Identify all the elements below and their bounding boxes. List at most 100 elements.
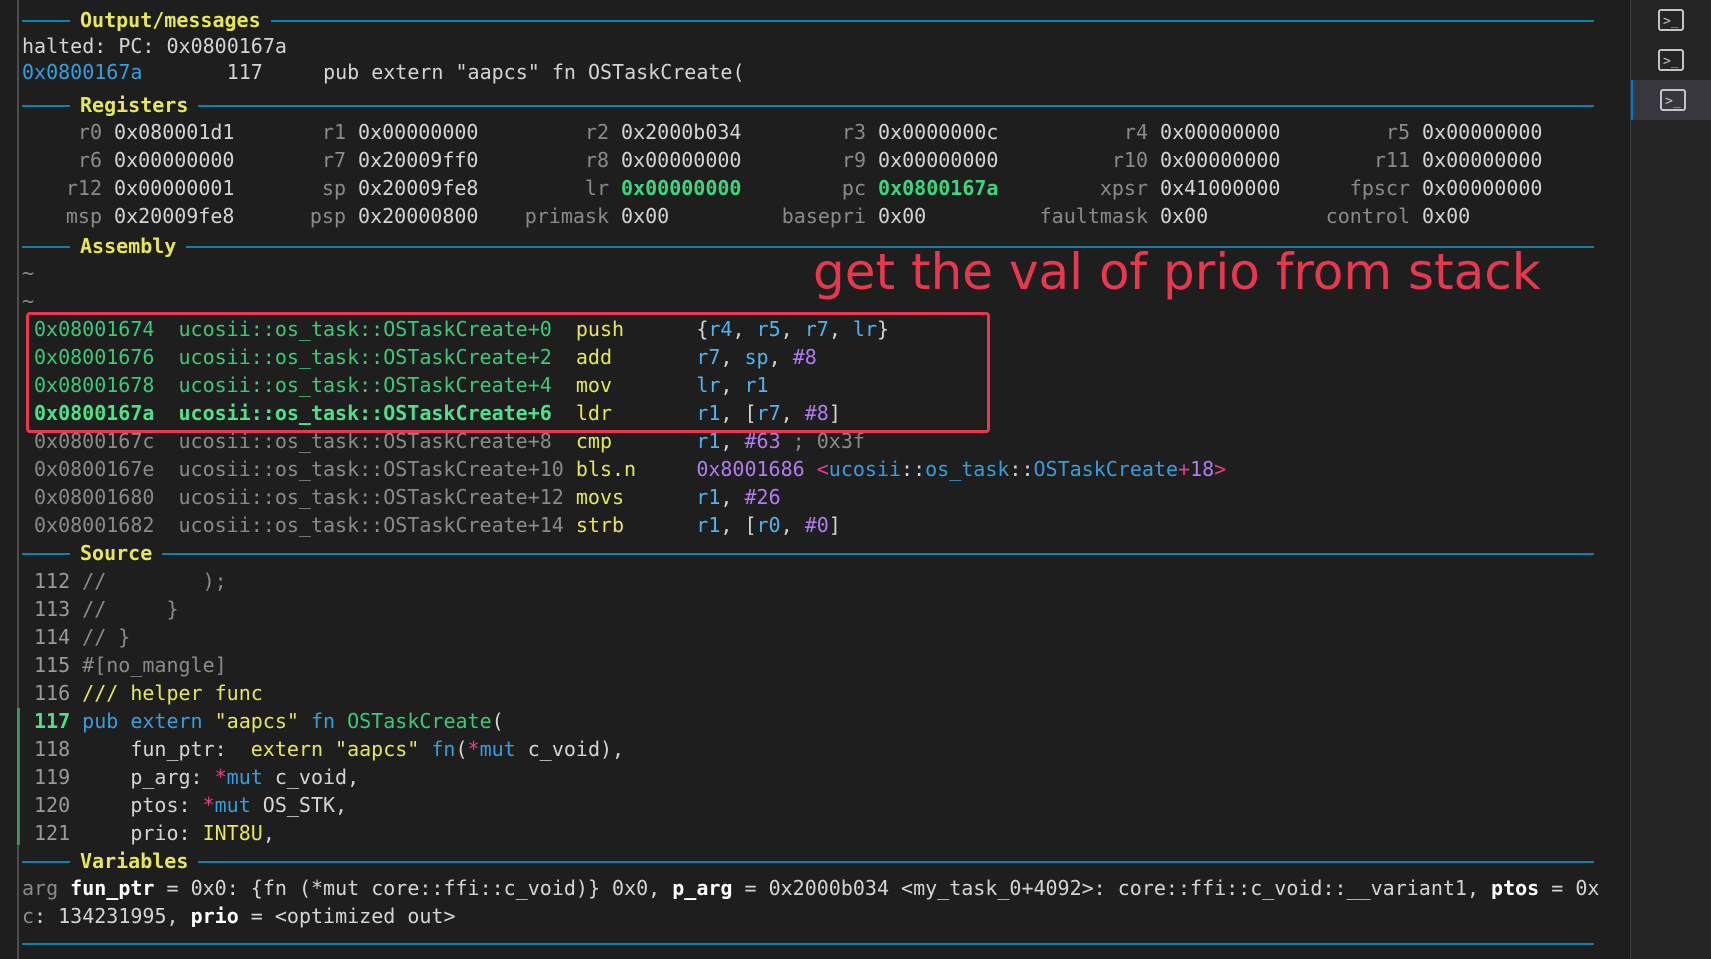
terminal-tab[interactable]: >_ xyxy=(1631,40,1711,80)
source-token: extern xyxy=(250,737,323,761)
register-name: xpsr xyxy=(1099,176,1148,200)
register-name: pc xyxy=(841,176,866,200)
source-line-number: 118 xyxy=(34,737,71,761)
variable-name: prio xyxy=(190,904,239,928)
source-token: fn xyxy=(431,737,456,761)
section-title-registers: Registers xyxy=(70,92,199,118)
register-fpscr[interactable]: fpscr 0x00000000 xyxy=(1280,175,1543,201)
source-line[interactable]: 114 // } xyxy=(34,624,130,650)
register-name: r11 xyxy=(1373,148,1410,172)
register-r12[interactable]: r12 0x00000001 xyxy=(0,175,235,201)
terminal-tab[interactable]: >_ xyxy=(1631,0,1711,40)
halted-address[interactable]: 0x0800167a xyxy=(22,60,142,84)
source-token: "aapcs" xyxy=(214,709,299,733)
register-msp[interactable]: msp 0x20009fe8 xyxy=(0,203,235,229)
asm-operand: os_task xyxy=(925,457,1010,481)
register-primask[interactable]: primask 0x00 xyxy=(479,203,670,229)
source-line[interactable]: 113 // } xyxy=(34,596,179,622)
source-token: // } xyxy=(82,625,131,649)
register-basepri[interactable]: basepri 0x00 xyxy=(736,203,927,229)
source-line[interactable]: 118 fun_ptr: extern "aapcs" fn(*mut c_vo… xyxy=(34,736,624,762)
register-r6[interactable]: r6 0x00000000 xyxy=(0,147,235,173)
register-r3[interactable]: r3 0x0000000c xyxy=(736,119,999,145)
register-name: r2 xyxy=(584,120,609,144)
register-pc[interactable]: pc 0x0800167a xyxy=(736,175,999,201)
source-line[interactable]: 115 #[no_mangle] xyxy=(34,652,227,678)
register-psp[interactable]: psp 0x20000800 xyxy=(216,203,479,229)
asm-mnemonic: strb xyxy=(575,513,625,537)
register-r4[interactable]: r4 0x00000000 xyxy=(1018,119,1281,145)
register-name: basepri xyxy=(781,204,866,228)
source-token: fn xyxy=(310,709,336,733)
source-token: "aapcs" xyxy=(335,737,420,761)
variable-text: : 134231995, xyxy=(34,904,191,928)
register-sp[interactable]: sp 0x20009fe8 xyxy=(216,175,479,201)
source-line[interactable]: 119 p_arg: *mut c_void, xyxy=(34,764,359,790)
register-control[interactable]: control 0x00 xyxy=(1280,203,1471,229)
current-line-indicator xyxy=(17,708,20,845)
asm-address[interactable]: 0x0800167e xyxy=(34,457,154,481)
register-r7[interactable]: r7 0x20009ff0 xyxy=(216,147,479,173)
source-line[interactable]: 117 pub extern "aapcs" fn OSTaskCreate( xyxy=(34,708,504,734)
register-name: lr xyxy=(584,176,609,200)
terminal-sidebar: >_ >_ >_ xyxy=(1630,0,1711,959)
asm-operand: 0x8001686 xyxy=(696,457,805,481)
section-header-registers: Registers xyxy=(22,92,1594,118)
register-value: 0x00000000 xyxy=(1422,120,1543,144)
source-token: , xyxy=(262,821,275,845)
source-line[interactable]: 116 /// helper func xyxy=(34,680,263,706)
source-line[interactable]: 120 ptos: *mut OS_STK, xyxy=(34,792,347,818)
register-name: r9 xyxy=(841,148,866,172)
asm-operand: r0 xyxy=(756,513,781,537)
register-value: 0x00000000 xyxy=(621,148,742,172)
source-line[interactable]: 112 // ); xyxy=(34,568,227,594)
asm-function: ucosii::os_task::OSTaskCreate+12 xyxy=(178,485,564,509)
section-header-output: Output/messages xyxy=(22,7,1594,33)
asm-mnemonic: movs xyxy=(575,485,625,509)
asm-operand: 18 xyxy=(1190,457,1215,481)
assembly-empty-line: ~ xyxy=(22,261,35,285)
register-name: fpscr xyxy=(1349,176,1410,200)
register-name: control xyxy=(1325,204,1410,228)
register-r2[interactable]: r2 0x2000b034 xyxy=(479,119,742,145)
asm-line[interactable]: 0x0800167e ucosii::os_task::OSTaskCreate… xyxy=(34,456,1226,482)
asm-address[interactable]: 0x08001680 xyxy=(34,485,154,509)
register-value: 0x20000800 xyxy=(358,204,479,228)
asm-operand: , xyxy=(780,513,805,537)
source-token: prio: xyxy=(82,821,203,845)
register-name: sp xyxy=(321,176,346,200)
register-value: 0x00000000 xyxy=(878,148,999,172)
register-value: 0x00000000 xyxy=(1160,120,1281,144)
register-faultmask[interactable]: faultmask 0x00 xyxy=(1018,203,1209,229)
register-xpsr[interactable]: xpsr 0x41000000 xyxy=(1018,175,1281,201)
asm-address[interactable]: 0x08001682 xyxy=(34,513,154,537)
register-r11[interactable]: r11 0x00000000 xyxy=(1280,147,1543,173)
variables-line: c: 134231995, prio = <optimized out> xyxy=(22,903,456,929)
register-r0[interactable]: r0 0x080001d1 xyxy=(0,119,235,145)
source-token xyxy=(118,709,130,733)
register-value: 0x2000b034 xyxy=(621,120,742,144)
register-value: 0x00000000 xyxy=(358,120,479,144)
terminal-tab[interactable]: >_ xyxy=(1631,80,1711,120)
source-token xyxy=(419,737,431,761)
register-r5[interactable]: r5 0x00000000 xyxy=(1280,119,1543,145)
asm-line[interactable]: 0x08001682 ucosii::os_task::OSTaskCreate… xyxy=(34,512,841,538)
register-value: 0x00000000 xyxy=(621,176,742,200)
register-r9[interactable]: r9 0x00000000 xyxy=(736,147,999,173)
register-r10[interactable]: r10 0x00000000 xyxy=(1018,147,1281,173)
variable-text: arg xyxy=(22,876,71,900)
register-value: 0x0000000c xyxy=(878,120,999,144)
section-title-assembly: Assembly xyxy=(70,233,187,259)
source-line-number: 112 xyxy=(34,569,71,593)
asm-operand: , [ xyxy=(720,513,757,537)
register-name: r10 xyxy=(1111,148,1148,172)
register-name: r0 xyxy=(77,120,102,144)
asm-line[interactable]: 0x08001680 ucosii::os_task::OSTaskCreate… xyxy=(34,484,781,510)
register-value: 0x41000000 xyxy=(1160,176,1281,200)
asm-operand: ucosii xyxy=(828,457,902,481)
register-r8[interactable]: r8 0x00000000 xyxy=(479,147,742,173)
register-lr[interactable]: lr 0x00000000 xyxy=(479,175,742,201)
source-token xyxy=(299,709,311,733)
source-line[interactable]: 121 prio: INT8U, xyxy=(34,820,275,846)
register-r1[interactable]: r1 0x00000000 xyxy=(216,119,479,145)
